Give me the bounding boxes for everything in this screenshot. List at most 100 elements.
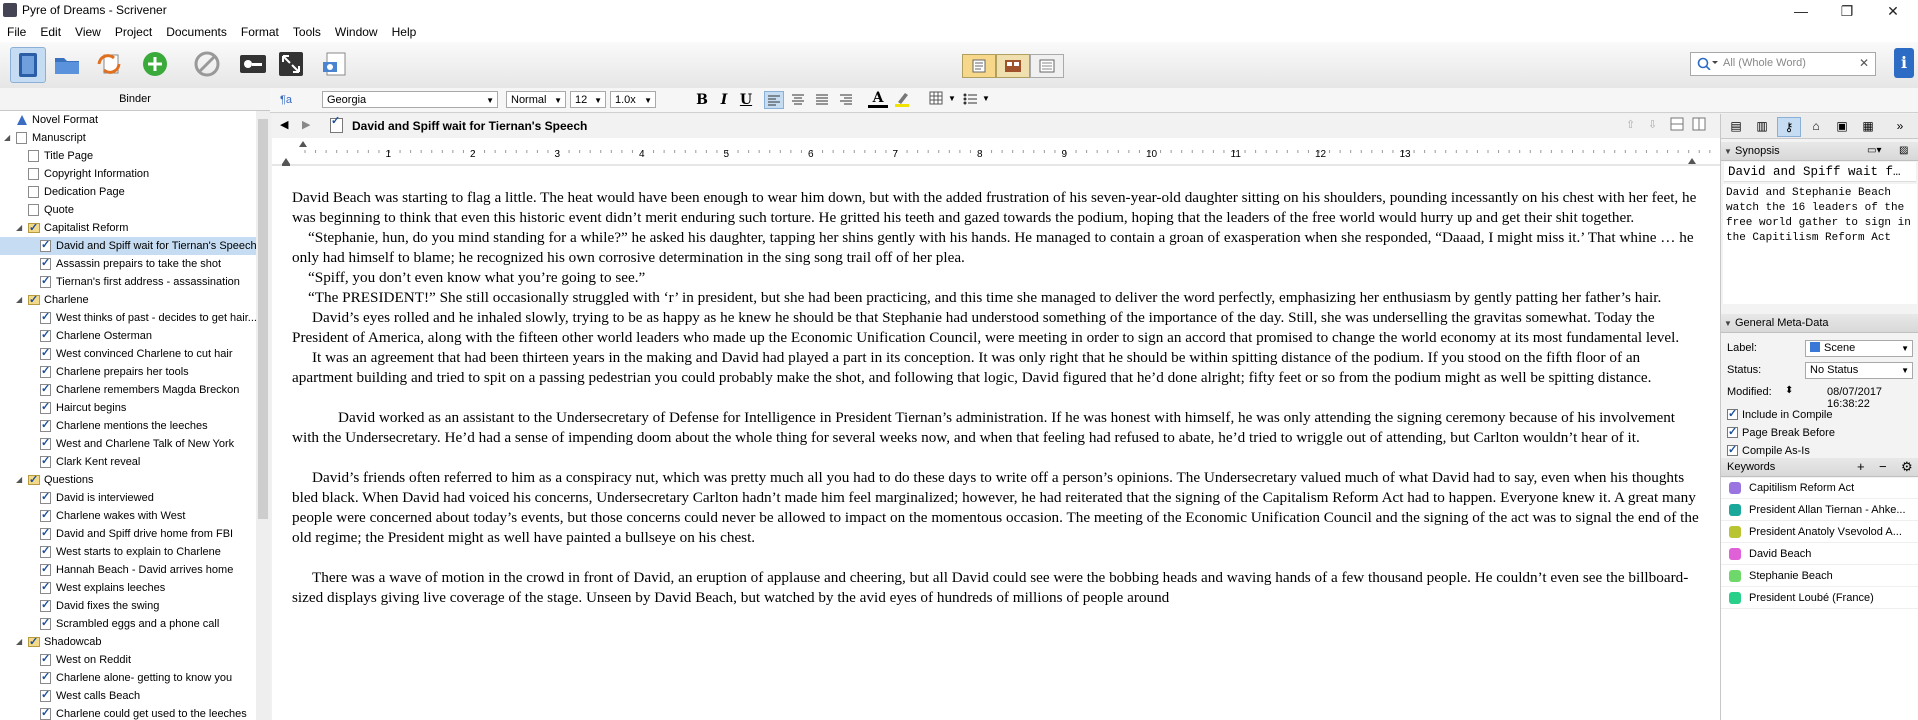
keyword-item[interactable]: President Loubé (France) [1721,588,1918,609]
move-up-arrow-icon[interactable]: ⇧ [1626,118,1635,131]
binder-scrollbar[interactable] [256,111,270,720]
binder-item[interactable]: Dedication Page [0,183,256,201]
back-arrow-icon[interactable]: ◀ [280,118,288,131]
clear-search-icon[interactable]: ✕ [1859,56,1869,70]
document-title[interactable]: David and Spiff wait for Tiernan's Speec… [352,119,587,133]
table-dropdown-chevron-icon[interactable]: ▼ [948,94,956,103]
binder-item[interactable]: Clark Kent reveal [0,452,256,471]
blank-line[interactable] [292,388,1702,408]
menu-documents[interactable]: Documents [159,22,234,39]
compile-option-row[interactable]: Page Break Before [1727,423,1917,442]
metadata-key-tab-icon[interactable]: ⚷ [1777,117,1801,137]
binder-item[interactable]: ◢ Questions [0,471,256,489]
close-button[interactable]: ✕ [1870,0,1916,22]
synopsis-mode-icon[interactable]: ▭▾ [1867,142,1881,160]
gear-icon[interactable]: ⚙ [1901,458,1913,476]
binder-item[interactable]: David fixes the swing [0,596,256,615]
font-style-select[interactable]: Normal ▼ [506,91,566,108]
binder-item[interactable]: Scrambled eggs and a phone call [0,614,256,633]
status-select[interactable]: No Status ▼ [1805,362,1913,379]
binder-item[interactable]: West explains leeches [0,578,256,597]
line-spacing-select[interactable]: 1.0x ▼ [610,91,656,108]
align-justify-button[interactable] [812,91,832,109]
menu-view[interactable]: View [68,22,108,39]
collections-button[interactable] [50,47,84,81]
ruler[interactable]: 1 2 3 4 5 6 7 8 9 10 11 12 13 [272,138,1720,167]
blank-line[interactable] [292,448,1702,468]
compile-option-row[interactable]: Include in Compile [1727,405,1917,424]
menu-file[interactable]: File [0,22,33,39]
menu-edit[interactable]: Edit [33,22,68,39]
inspector-key-button[interactable] [236,47,270,81]
more-tabs-icon[interactable]: » [1889,117,1911,135]
binder-item[interactable]: West convinced Charlene to cut hair [0,344,256,363]
keyword-item[interactable]: President Anatoly Vsevolod A... [1721,522,1918,543]
editor-text[interactable]: David Beach was starting to flag a littl… [292,188,1702,608]
highlight-button[interactable] [892,91,912,109]
binder-item[interactable]: Tiernan's first address - assassination [0,272,256,291]
editor-paragraph[interactable]: David worked as an assistant to the Unde… [292,408,1702,448]
snapshot-button[interactable] [318,47,352,81]
binder-item[interactable]: Novel Format [0,111,256,129]
keyword-item[interactable]: President Allan Tiernan - Ahke... [1721,500,1918,521]
binder-item[interactable]: ◢ Capitalist Reform [0,219,256,237]
date-stepper-icon[interactable]: ⬍ [1785,385,1793,396]
binder-item[interactable]: Charlene alone- getting to know you [0,668,256,687]
binder-item[interactable]: Quote [0,201,256,219]
binder-scroll-thumb[interactable] [258,119,268,519]
bold-button[interactable]: B [692,91,712,109]
binder-item[interactable]: West calls Beach [0,686,256,705]
binder-item[interactable]: ◢ Manuscript [0,129,256,147]
delete-button[interactable] [190,47,224,81]
expand-triangle-icon[interactable]: ◢ [16,471,26,489]
add-button[interactable] [138,47,172,81]
binder-item[interactable]: Charlene could get used to the leeches [0,704,256,720]
expand-triangle-icon[interactable]: ◢ [16,291,26,309]
split-horizontal-icon[interactable] [1670,117,1684,134]
binder-item[interactable]: Charlene Osterman [0,326,256,345]
keywords-tag-tab-icon[interactable]: ⌂ [1805,117,1827,135]
binder-item[interactable]: West and Charlene Talk of New York [0,434,256,453]
binder-item[interactable]: David and Spiff wait for Tiernan's Speec… [0,236,256,255]
search-field[interactable]: All (Whole Word) ✕ [1690,52,1876,76]
remove-keyword-button[interactable]: − [1879,458,1887,476]
binder-item[interactable]: Title Page [0,147,256,165]
comments-tab-icon[interactable]: ▦ [1857,117,1879,135]
binder-item[interactable]: West on Reddit [0,650,256,669]
general-metadata-section-header[interactable]: ▼ General Meta-Data [1721,314,1918,333]
expand-triangle-icon[interactable]: ◢ [16,633,26,651]
font-family-select[interactable]: Georgia ▼ [322,91,498,108]
checkbox[interactable] [1727,405,1738,423]
corkboard-view-button[interactable] [996,54,1030,78]
full-screen-button[interactable] [274,47,308,81]
menu-help[interactable]: Help [385,22,424,39]
binder-item[interactable]: West thinks of past - decides to get hai… [0,308,256,327]
list-button[interactable] [960,91,980,109]
editor-paragraph[interactable]: David’s friends often referred to him as… [292,468,1702,548]
expand-triangle-icon[interactable]: ◢ [4,129,14,147]
italic-button[interactable]: I [714,91,734,109]
align-left-button[interactable] [764,91,784,109]
menu-tools[interactable]: Tools [286,22,328,39]
binder-item[interactable]: Charlene prepairs her tools [0,362,256,381]
label-select[interactable]: Scene ▼ [1805,340,1913,357]
binder-item[interactable]: ◢ Shadowcab [0,633,256,651]
keyword-item[interactable]: Capitilism Reform Act [1721,478,1918,499]
snapshots-tab-icon[interactable]: ▣ [1831,117,1853,135]
minimize-button[interactable]: — [1778,0,1824,22]
move-down-arrow-icon[interactable]: ⇩ [1648,118,1657,131]
checkbox[interactable] [1727,441,1738,459]
menu-window[interactable]: Window [328,22,385,39]
restore-button[interactable]: ❐ [1824,0,1870,22]
binder-item[interactable]: West starts to explain to Charlene [0,542,256,561]
scrivenings-view-button[interactable] [962,54,996,78]
checkbox[interactable] [1727,423,1738,441]
align-right-button[interactable] [836,91,856,109]
list-dropdown-chevron-icon[interactable]: ▼ [982,94,990,103]
underline-button[interactable]: U [736,91,756,109]
forward-arrow-icon[interactable]: ▶ [302,118,310,131]
binder-item[interactable]: Charlene mentions the leeches [0,416,256,435]
font-size-select[interactable]: 12 ▼ [570,91,606,108]
synopsis-text-field[interactable]: David and Stephanie Beach watch the 16 l… [1723,184,1917,304]
references-tab-icon[interactable]: ▥ [1751,117,1773,135]
